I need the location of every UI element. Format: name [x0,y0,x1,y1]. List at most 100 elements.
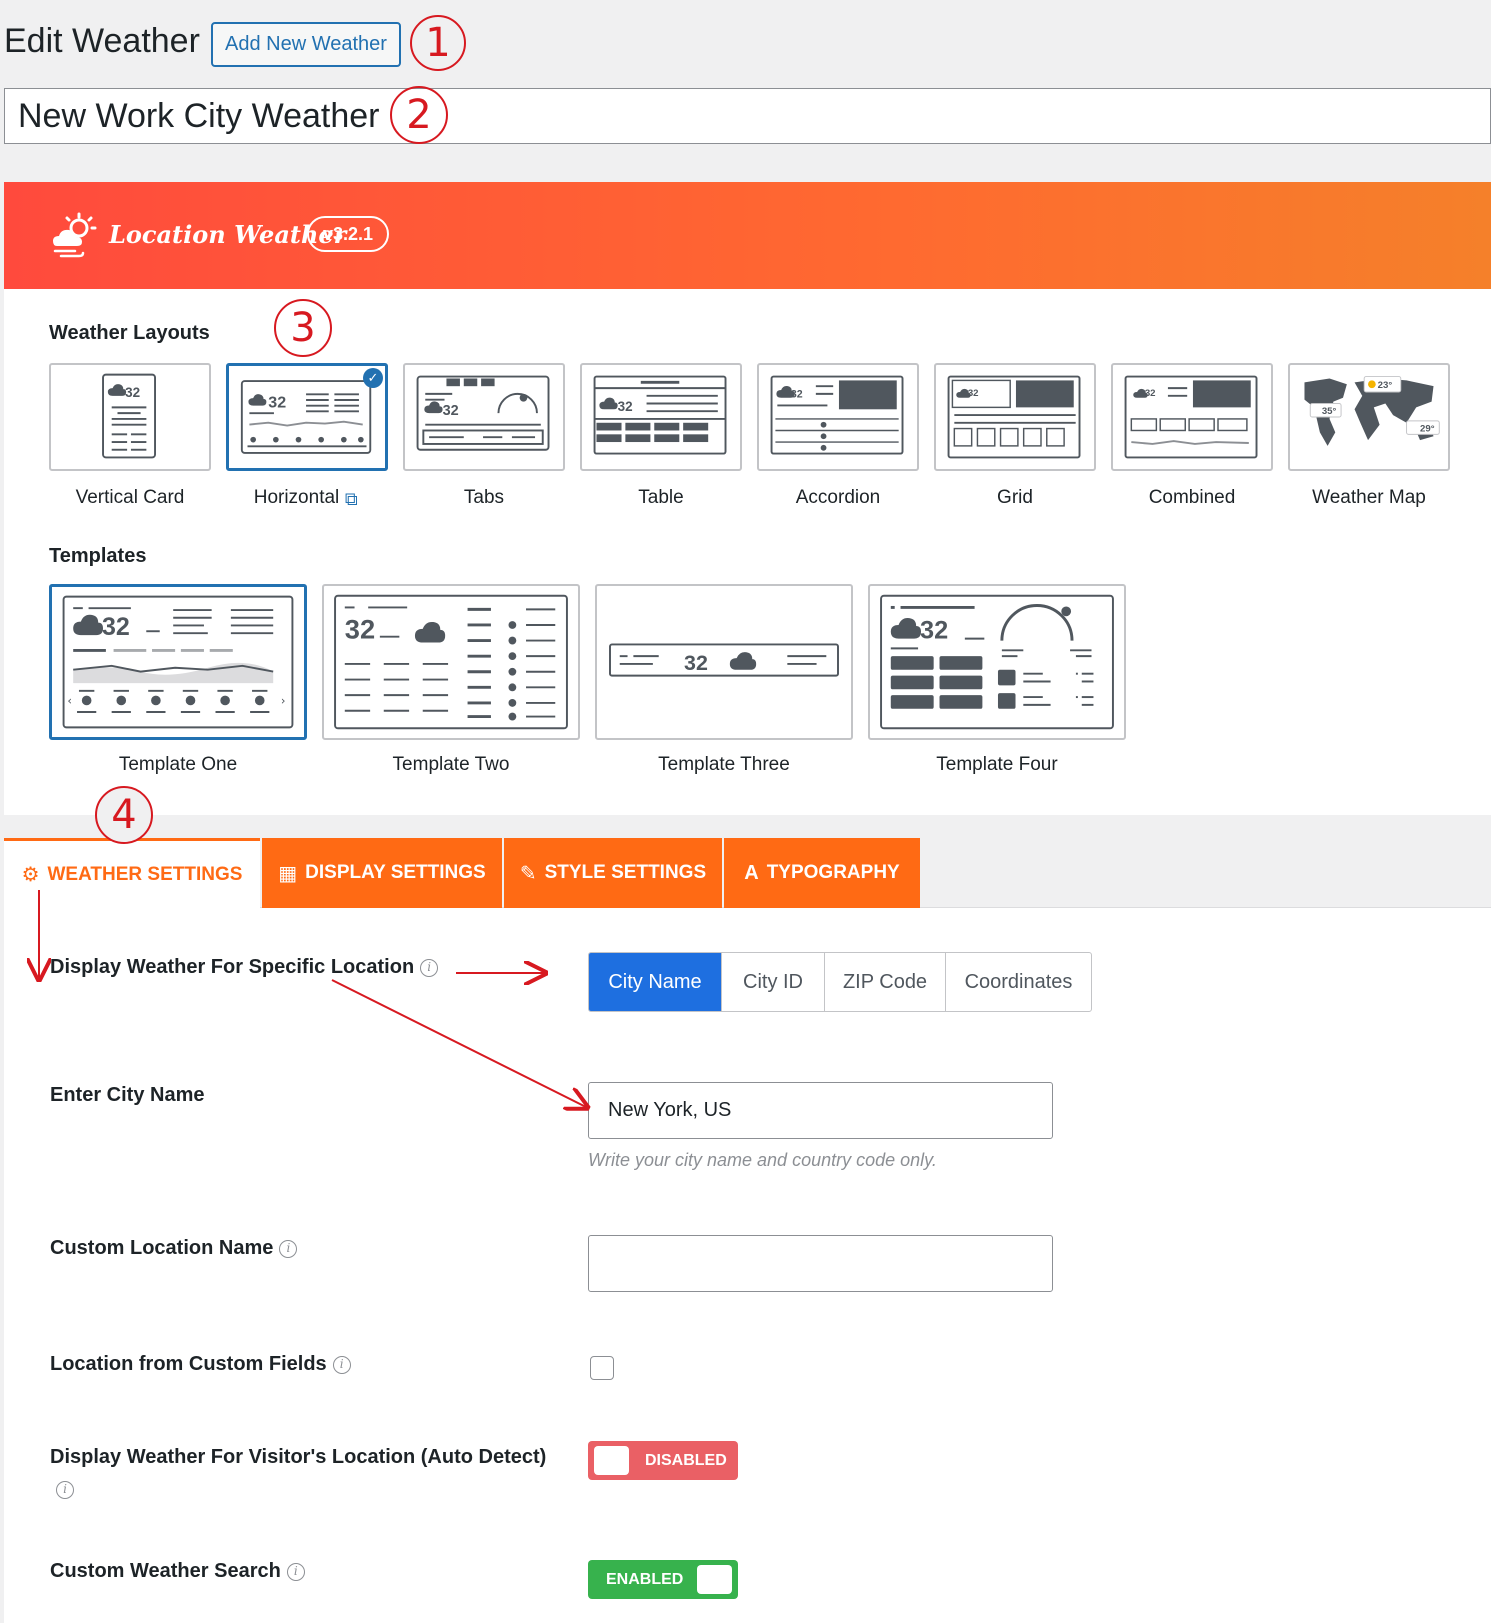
external-link-icon[interactable]: ⧉ [342,489,360,509]
option-coordinates[interactable]: Coordinates [946,953,1091,1011]
template-two-preview: 32 [334,594,568,730]
custom-search-label-text: Custom Weather Search [50,1560,281,1582]
svg-text:32: 32 [684,651,708,675]
svg-text:32: 32 [443,403,459,419]
combined-preview: 32 [1124,375,1258,459]
tab-weather-settings[interactable]: ⚙ WEATHER SETTINGS [4,838,260,908]
location-type-label-text: Display Weather For Specific Location [50,956,415,978]
settings-panel: Location Weather v3.2.1 Weather Layouts … [4,182,1491,1623]
city-name-input[interactable]: New York, US [588,1082,1053,1139]
post-title-input[interactable]: New Work City Weather [4,88,1491,144]
template-two[interactable]: 32 [322,584,580,740]
info-icon[interactable]: i [279,1239,298,1258]
page-title: Edit Weather [4,22,200,60]
svg-text:32: 32 [125,385,140,400]
info-icon[interactable]: i [332,1355,351,1374]
auto-detect-label: Display Weather For Visitor's Location (… [50,1441,570,1505]
layout-label-accordion: Accordion [795,487,881,508]
weather-map-preview: 23° 35° 29° [1304,376,1440,446]
template-three-preview: 32 [609,643,839,677]
layout-table[interactable]: 32 [580,363,742,471]
auto-detect-toggle[interactable]: DISABLED [588,1441,738,1480]
tab-display-settings[interactable]: ▦ DISPLAY SETTINGS [262,838,502,908]
custom-fields-label: Location from Custom Fields i [50,1353,351,1376]
template-one-preview: 32 ‹ › [62,595,294,729]
option-city-name[interactable]: City Name [589,953,722,1011]
layout-horizontal[interactable]: 32 ✓ [226,363,388,471]
auto-detect-label-text: Display Weather For Visitor's Location (… [50,1446,547,1468]
template-label-four: Template Four [936,754,1058,775]
city-name-label: Enter City Name [50,1084,205,1106]
svg-text:32: 32 [268,394,286,412]
horizontal-preview: 32 [240,380,372,454]
template-four[interactable]: 32 [868,584,1126,740]
svg-text:32: 32 [618,399,633,414]
grid-preview: 32 [947,375,1081,459]
svg-text:32: 32 [345,614,375,645]
layout-label-grid: Grid [997,487,1033,508]
svg-text:›: › [281,693,286,707]
callout-1: 1 [410,15,466,71]
template-label-two: Template Two [392,754,510,775]
tab-typography-label: TYPOGRAPHY [766,862,900,883]
toggle-state: ENABLED [606,1570,684,1588]
template-one[interactable]: 32 ‹ › [49,584,307,740]
add-new-weather-button[interactable]: Add New Weather [211,22,401,67]
custom-location-input[interactable] [588,1235,1053,1292]
weather-layouts-heading: Weather Layouts [49,322,210,344]
tab-style-settings[interactable]: ✎ STYLE SETTINGS [504,838,722,908]
layout-combined[interactable]: 32 [1111,363,1273,471]
template-three[interactable]: 32 [595,584,853,740]
toggle-knob [594,1446,629,1475]
brand-header: Location Weather v3.2.1 [4,182,1491,289]
layout-label-vertical-card: Vertical Card [75,487,185,508]
tab-style-settings-label: STYLE SETTINGS [544,862,707,883]
svg-text:32: 32 [791,389,803,401]
layout-vertical-card[interactable]: 32 [49,363,211,471]
template-label-three: Template Three [658,754,790,775]
layout-tabs[interactable]: 32 [403,363,565,471]
layout-label-table: Table [638,487,684,508]
templates-heading: Templates [49,545,147,567]
layout-accordion[interactable]: 32 [757,363,919,471]
custom-fields-label-text: Location from Custom Fields [50,1353,327,1375]
custom-fields-checkbox[interactable] [590,1356,614,1380]
tab-typography[interactable]: A TYPOGRAPHY [724,838,920,908]
toggle-state: DISABLED [645,1451,727,1469]
svg-text:‹: ‹ [67,693,72,707]
custom-location-label: Custom Location Name i [50,1237,298,1260]
info-icon[interactable]: i [286,1562,305,1581]
svg-text:29°: 29° [1420,423,1435,434]
option-city-id[interactable]: City ID [722,953,825,1011]
svg-text:32: 32 [968,388,979,399]
option-zip-code[interactable]: ZIP Code [825,953,946,1011]
accordion-preview: 32 [770,375,904,455]
custom-location-label-text: Custom Location Name [50,1237,274,1259]
layout-label-horizontal[interactable]: Horizontal ⧉ [217,487,397,509]
city-name-help: Write your city name and country code on… [588,1150,937,1170]
template-four-preview: 32 [880,594,1114,730]
svg-text:23°: 23° [1378,380,1393,391]
custom-search-toggle[interactable]: ENABLED [588,1560,738,1599]
palette-icon: ✎ [519,862,537,885]
gear-icon: ⚙ [21,864,40,886]
layout-label-combined: Combined [1148,487,1236,508]
table-preview: 32 [593,375,727,455]
layout-label-horizontal-text: Horizontal [253,487,340,508]
callout-2: 2 [390,86,448,144]
svg-text:35°: 35° [1322,406,1337,417]
info-icon[interactable]: i [420,958,439,977]
info-icon[interactable]: i [56,1480,74,1499]
page-header: Edit Weather Add New Weather [0,0,1491,88]
layout-grid[interactable]: 32 [934,363,1096,471]
tabs-preview: 32 [416,375,550,451]
layout-label-tabs: Tabs [463,487,505,508]
template-label-one: Template One [118,754,238,775]
tab-weather-settings-label: WEATHER SETTINGS [47,863,243,885]
svg-text:32: 32 [1145,388,1156,399]
layout-weather-map[interactable]: 23° 35° 29° [1288,363,1450,471]
callout-4: 4 [95,786,153,844]
tab-display-settings-label: DISPLAY SETTINGS [305,862,486,883]
weather-logo-icon [53,212,97,258]
typography-icon: A [744,861,759,884]
